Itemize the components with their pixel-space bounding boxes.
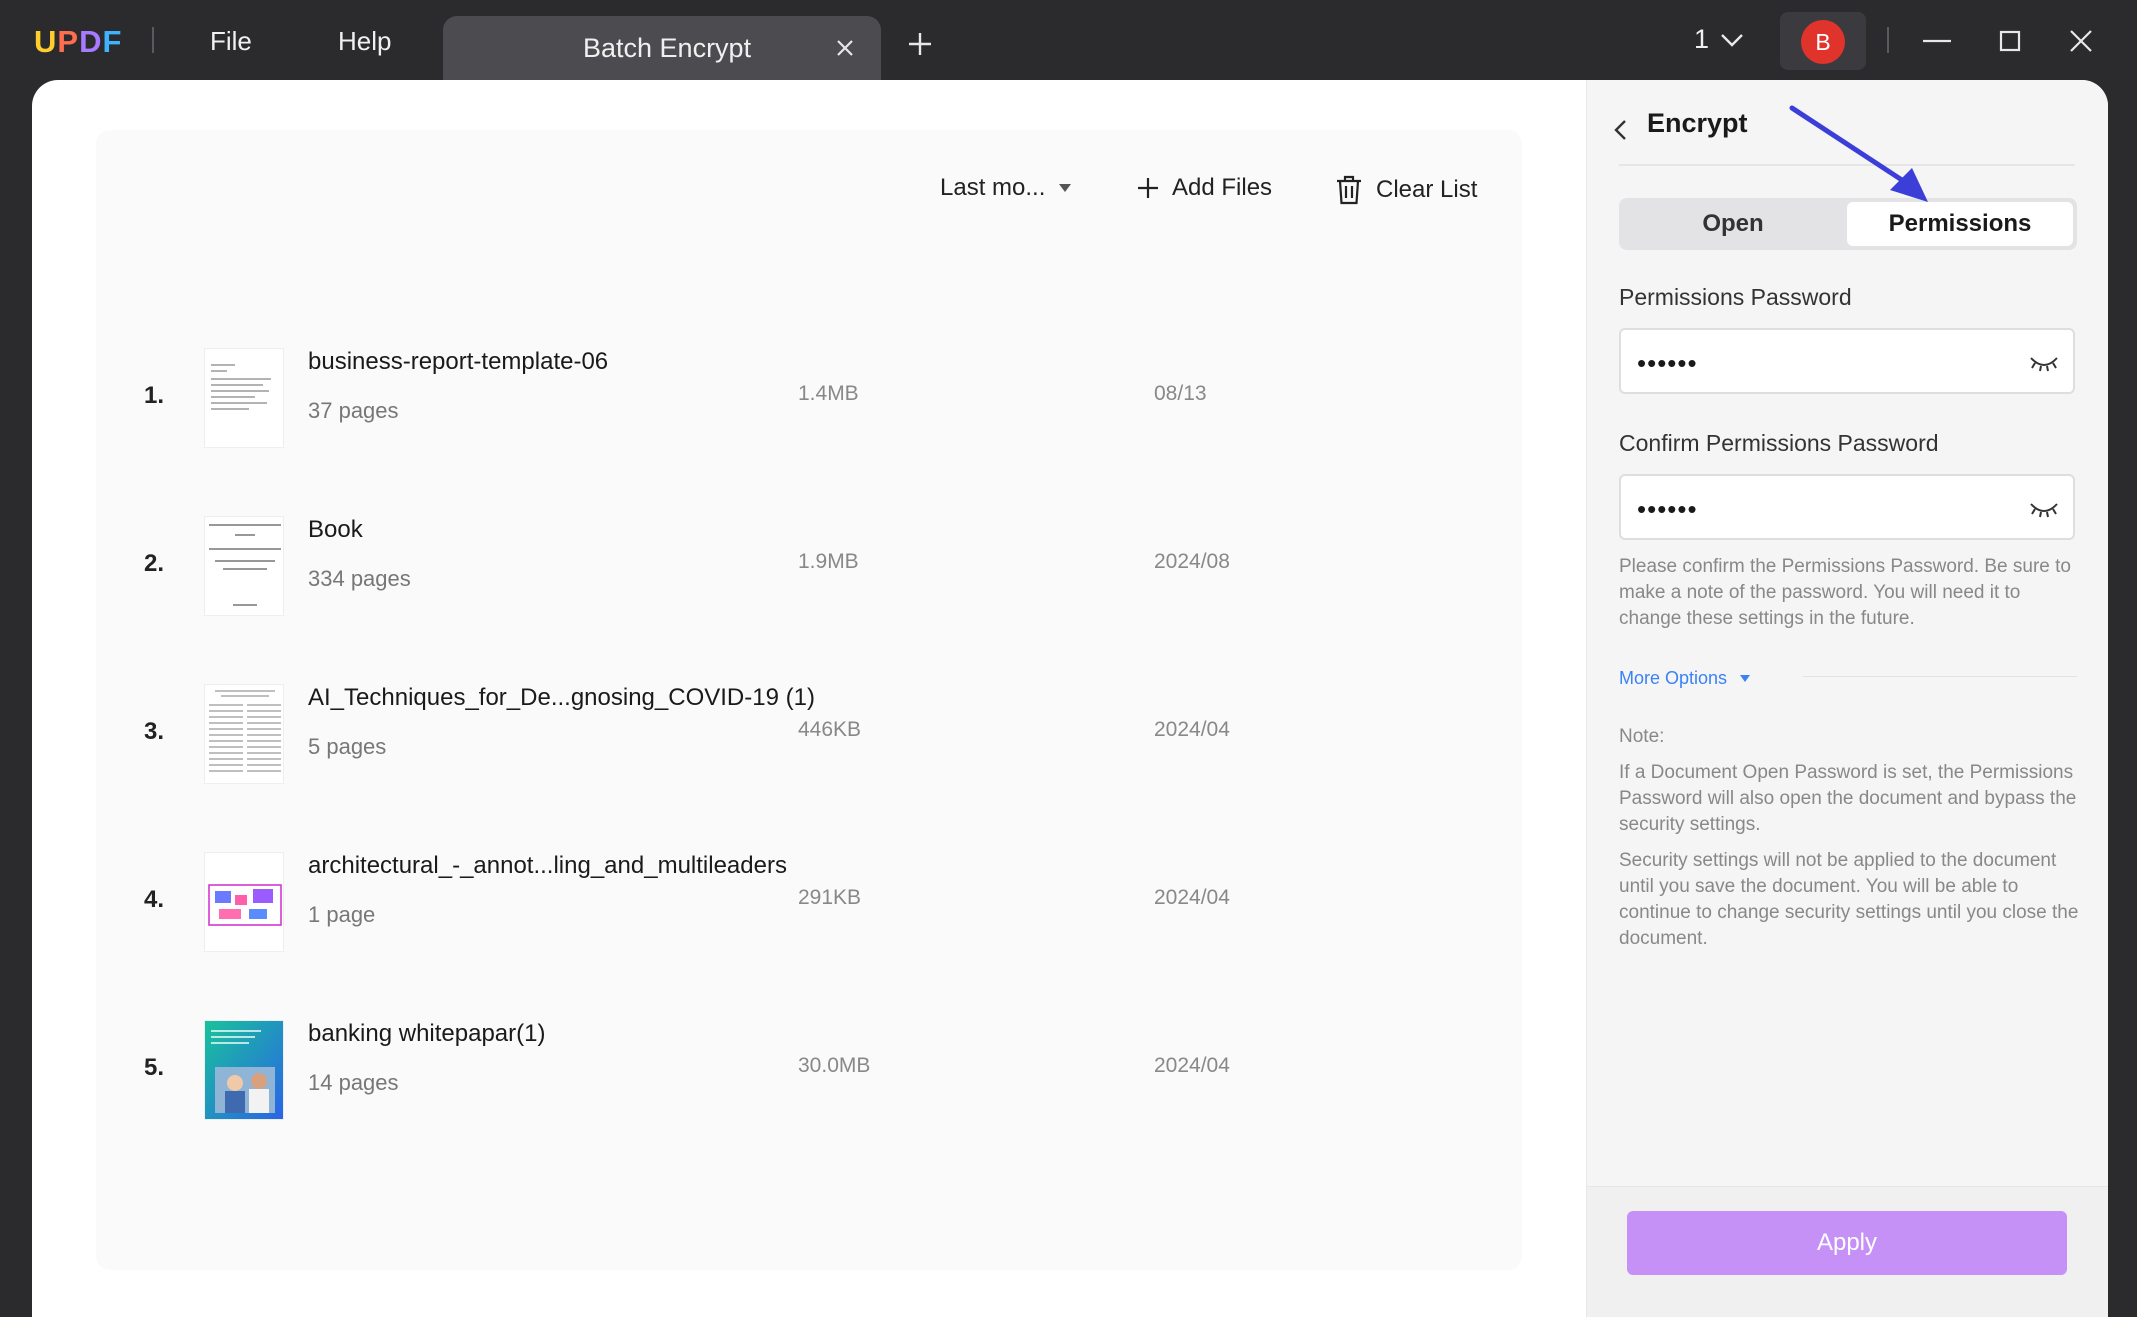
minimize-icon[interactable] — [1920, 24, 1954, 58]
note-paragraph: If a Document Open Password is set, the … — [1619, 762, 2077, 835]
apply-button[interactable]: Apply — [1627, 1211, 2067, 1275]
row-number: 3. — [144, 718, 165, 745]
tab-label: Batch Encrypt — [583, 33, 752, 63]
eye-closed-icon[interactable] — [2029, 498, 2059, 520]
tab-batch-encrypt[interactable]: Batch Encrypt — [443, 16, 881, 82]
title-bar: UPDF File Help Batch Encrypt 1 B — [0, 0, 2137, 82]
password-help-text: Please confirm the Permissions Password.… — [1619, 556, 2071, 629]
file-date: 2024/04 — [1154, 1054, 1230, 1077]
titlebar-divider — [1887, 27, 1889, 53]
file-date: 2024/04 — [1154, 718, 1230, 741]
permissions-password-field[interactable]: •••••• — [1619, 328, 2075, 394]
file-list-panel: Last mo... Add Files Clear List 1. busin… — [96, 130, 1522, 1270]
window-close-icon[interactable] — [2064, 24, 2098, 58]
file-pages: 334 pages — [308, 566, 411, 591]
file-date: 2024/04 — [1154, 886, 1230, 909]
file-row[interactable]: 1. business-report-template-06 37 pages … — [96, 330, 1522, 470]
plus-icon — [1138, 178, 1158, 198]
sort-label: Last mo... — [940, 174, 1046, 201]
file-pages: 5 pages — [308, 734, 387, 759]
main-window: Last mo... Add Files Clear List 1. busin… — [32, 80, 2108, 1317]
plus-icon[interactable] — [906, 30, 934, 58]
updf-logo[interactable]: UPDF — [34, 24, 122, 60]
confirm-password-field[interactable]: •••••• — [1619, 474, 2075, 540]
titlebar-divider — [152, 27, 154, 53]
avatar: B — [1801, 20, 1845, 64]
password-mask: •••••• — [1637, 348, 1698, 378]
confirm-password-label: Confirm Permissions Password — [1619, 430, 1939, 456]
panel-title: Encrypt — [1647, 108, 1748, 138]
clear-list-button[interactable]: Clear List — [1334, 174, 1477, 206]
file-name: AI_Techniques_for_De...gnosing_COVID-19 … — [308, 684, 815, 711]
file-row[interactable]: 5. banking whitepapar(1) 14 pages 30.0MB… — [96, 1002, 1522, 1142]
panel-footer: Apply — [1587, 1186, 2108, 1317]
clear-list-label: Clear List — [1376, 176, 1478, 203]
file-pages: 1 page — [308, 902, 376, 927]
note-paragraph: Security settings will not be applied to… — [1619, 850, 2079, 949]
menu-help[interactable]: Help — [338, 26, 391, 57]
file-name: architectural_-_annot...ling_and_multile… — [308, 852, 787, 879]
add-files-label: Add Files — [1172, 174, 1273, 201]
row-number: 5. — [144, 1054, 165, 1081]
section-divider — [1803, 676, 2077, 677]
close-icon[interactable] — [833, 36, 857, 60]
window-count[interactable]: 1 — [1694, 24, 1709, 55]
caret-down-icon — [1740, 674, 1751, 682]
row-number: 4. — [144, 886, 165, 913]
permissions-password-label: Permissions Password — [1619, 284, 1852, 310]
file-thumbnail — [204, 348, 284, 448]
more-options-toggle[interactable]: More Options — [1619, 668, 1751, 689]
more-options-label: More Options — [1619, 668, 1728, 688]
eye-closed-icon[interactable] — [2029, 352, 2059, 374]
encrypt-panel: Encrypt Open Permissions Permissions Pas… — [1586, 80, 2108, 1317]
file-row[interactable]: 2. Book 334 pages 1.9MB 2024/08 — [96, 498, 1522, 638]
row-number: 1. — [144, 382, 165, 409]
file-row[interactable]: 4. architectural_-_annot...ling_and_mult… — [96, 834, 1522, 974]
file-thumbnail — [204, 1020, 284, 1120]
password-mask: •••••• — [1637, 494, 1698, 524]
file-thumbnail — [204, 852, 284, 952]
add-files-button[interactable]: Add Files — [1136, 174, 1272, 202]
chevron-down-icon[interactable] — [1718, 30, 1746, 50]
file-thumbnail — [204, 684, 284, 784]
file-pages: 37 pages — [308, 398, 399, 423]
file-row[interactable]: 3. AI_Techniques_for_De...gnosing_COVID-… — [96, 666, 1522, 806]
back-chevron-icon[interactable] — [1611, 118, 1631, 142]
file-thumbnail — [204, 516, 284, 616]
user-account-button[interactable]: B — [1780, 12, 1866, 70]
caret-down-icon — [1059, 184, 1072, 192]
tab-permissions[interactable]: Permissions — [1847, 202, 2073, 246]
file-size: 1.9MB — [798, 550, 859, 573]
file-name: banking whitepapar(1) — [308, 1020, 546, 1047]
note-heading: Note: — [1619, 726, 1665, 747]
file-size: 30.0MB — [798, 1054, 871, 1077]
row-number: 2. — [144, 550, 165, 577]
annotation-arrow-icon — [1789, 105, 1928, 202]
file-name: business-report-template-06 — [308, 348, 609, 375]
file-pages: 14 pages — [308, 1070, 399, 1095]
file-size: 446KB — [798, 718, 862, 741]
maximize-icon[interactable] — [1993, 24, 2027, 58]
file-name: Book — [308, 516, 363, 543]
menu-file[interactable]: File — [210, 26, 252, 57]
file-size: 291KB — [798, 886, 862, 909]
file-date: 08/13 — [1154, 382, 1207, 405]
trash-icon — [1337, 175, 1361, 205]
file-size: 1.4MB — [798, 382, 859, 405]
file-date: 2024/08 — [1154, 550, 1230, 573]
sort-dropdown[interactable]: Last mo... — [940, 174, 1073, 202]
